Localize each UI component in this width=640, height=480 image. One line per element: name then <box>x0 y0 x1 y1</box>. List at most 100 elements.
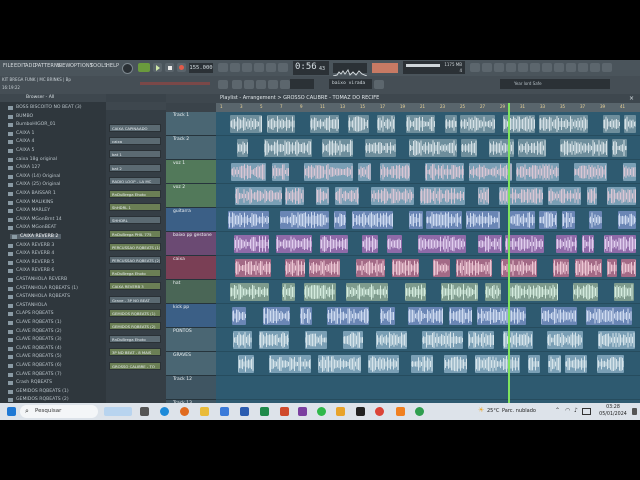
audio-clip[interactable] <box>564 355 588 373</box>
audio-clip[interactable] <box>581 235 595 253</box>
audio-clip[interactable] <box>408 139 457 157</box>
audio-clip[interactable] <box>477 235 502 253</box>
windows-start-icon[interactable] <box>7 407 16 416</box>
play-button[interactable] <box>153 63 162 72</box>
browser-item[interactable]: CAIXA 4 <box>6 139 34 145</box>
channel-button[interactable]: GROSSO CALIBRE - TO <box>109 361 161 370</box>
track-header[interactable]: hat <box>166 280 216 304</box>
audio-clip[interactable] <box>275 235 313 253</box>
delete-tool-icon[interactable] <box>256 80 266 89</box>
channel-button[interactable]: 3P ND BEAT - 8 MAIS <box>109 348 161 357</box>
browser-item[interactable]: CAIXA MGonBrnt 14 <box>6 217 62 222</box>
wrapper-button[interactable] <box>554 63 564 72</box>
audio-clip[interactable] <box>585 307 632 325</box>
audio-clip[interactable] <box>559 139 608 157</box>
browser-item[interactable]: CAIXA BAISSAR 1 <box>6 191 56 196</box>
audio-clip[interactable] <box>468 331 495 349</box>
news-panel[interactable]: Year lord Safe <box>500 79 610 89</box>
channel-button[interactable]: CAIXA REVERB 3 <box>109 282 161 291</box>
track-lane[interactable] <box>216 232 640 256</box>
track-lane[interactable] <box>216 112 640 136</box>
browser-item[interactable]: CASTANHOLA RQBEATS <box>6 294 70 300</box>
audio-clip[interactable] <box>258 331 290 349</box>
audio-clip[interactable] <box>227 211 270 229</box>
audio-clip[interactable] <box>236 139 249 157</box>
piano-roll-toggle-button[interactable] <box>518 63 528 72</box>
track-lane[interactable] <box>216 280 640 304</box>
browser-item[interactable]: CAIXA (25) Original <box>6 182 60 188</box>
audio-clip[interactable] <box>500 259 538 277</box>
audio-clip[interactable] <box>319 235 348 253</box>
browser-item[interactable]: CAIXA REVERB 3 <box>6 243 54 248</box>
audio-clip[interactable] <box>562 211 576 229</box>
audio-clip[interactable] <box>309 115 339 133</box>
audio-clip[interactable] <box>284 187 304 205</box>
channel-button[interactable]: bat 2 <box>109 163 161 172</box>
fl-studio-icon[interactable] <box>336 407 345 416</box>
audio-clip[interactable] <box>477 187 489 205</box>
channel-rack-toggle-button[interactable] <box>506 63 516 72</box>
audio-clip[interactable] <box>347 115 369 133</box>
channel-button[interactable]: RnDuBrega Ehoto <box>109 335 161 344</box>
capcut-icon[interactable] <box>356 407 365 416</box>
playlist-toggle-button[interactable] <box>530 63 540 72</box>
audio-clip[interactable] <box>232 331 253 349</box>
track-header[interactable]: kick pp <box>166 304 216 328</box>
browser-item[interactable]: CAIXA MALIKINS <box>6 200 53 205</box>
browser-item[interactable]: CAIXA 127 <box>6 165 40 171</box>
audio-clip[interactable] <box>315 187 329 205</box>
track-lane[interactable] <box>216 160 640 184</box>
browser-item[interactable]: Crash RQBEATS <box>6 380 52 386</box>
audio-clip[interactable] <box>361 235 378 253</box>
audio-clip[interactable] <box>541 307 578 325</box>
mute-tool-icon[interactable] <box>268 80 278 89</box>
audio-clip[interactable] <box>358 163 372 181</box>
current-pattern-select[interactable]: baixo virada <box>329 79 372 89</box>
audio-clip[interactable] <box>418 235 466 253</box>
audio-clip[interactable] <box>586 187 598 205</box>
audio-clip[interactable] <box>333 211 347 229</box>
audio-clip[interactable] <box>517 139 547 157</box>
audio-clip[interactable] <box>596 355 625 373</box>
browser-item[interactable]: CAIXA 1 <box>6 131 34 136</box>
audio-clip[interactable] <box>370 187 414 205</box>
audio-clip[interactable] <box>391 259 420 277</box>
track-header[interactable]: Track 2 <box>166 136 216 160</box>
audio-clip[interactable] <box>611 139 628 157</box>
audio-clip[interactable] <box>284 259 306 277</box>
audio-clip[interactable] <box>406 115 436 133</box>
audio-clip[interactable] <box>555 235 578 253</box>
taskbar-search-box[interactable]: ⌕ Pesquisar <box>20 405 98 418</box>
browser-item[interactable]: CLAVE RQBEATS (7) <box>6 372 62 377</box>
onenote-icon[interactable] <box>298 407 307 416</box>
audio-clip[interactable] <box>367 355 399 373</box>
channel-button[interactable]: bat 1 <box>109 150 161 159</box>
blend-notes-button[interactable] <box>278 63 288 72</box>
track-header[interactable]: GRAVES <box>166 352 216 376</box>
audio-clip[interactable] <box>459 115 496 133</box>
word-icon[interactable] <box>240 407 249 416</box>
audio-clip[interactable] <box>279 211 329 229</box>
audio-clip[interactable] <box>588 211 602 229</box>
audio-clip[interactable] <box>546 331 583 349</box>
audio-clip[interactable] <box>515 163 559 181</box>
audio-clip[interactable] <box>424 163 465 181</box>
audio-clip[interactable] <box>455 259 493 277</box>
taskbar-clock[interactable]: 03:28 05/01/2024 <box>596 404 630 419</box>
browser-item[interactable]: CLAVE RQBEATS (6) <box>6 363 62 368</box>
audio-clip[interactable] <box>465 211 500 229</box>
audio-clip[interactable] <box>379 163 411 181</box>
track-lane[interactable] <box>216 256 640 280</box>
track-header[interactable]: caixa <box>166 256 216 280</box>
notification-icon[interactable] <box>632 408 637 415</box>
audio-clip[interactable] <box>527 355 540 373</box>
channel-button[interactable]: caixa <box>109 137 161 146</box>
track-header[interactable]: Track 1 <box>166 112 216 136</box>
audio-clip[interactable] <box>355 259 385 277</box>
playhead[interactable] <box>508 103 510 403</box>
audio-clip[interactable] <box>271 163 289 181</box>
audio-clip[interactable] <box>538 211 558 229</box>
audio-clip[interactable] <box>547 187 582 205</box>
audio-clip[interactable] <box>620 259 637 277</box>
audio-clip[interactable] <box>375 331 408 349</box>
